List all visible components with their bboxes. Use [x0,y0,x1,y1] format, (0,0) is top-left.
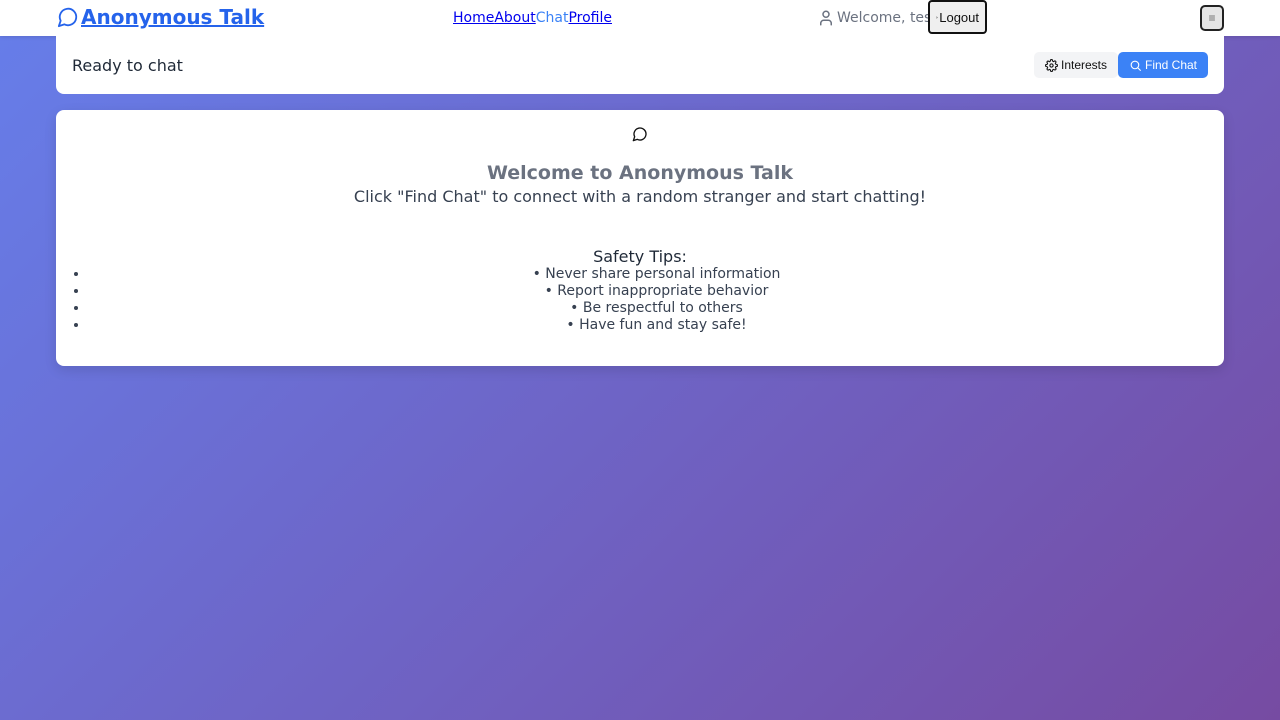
chat-status-bar: Ready to chat Interests Find Chat [56,36,1224,94]
nav-link-home[interactable]: Home [453,10,494,26]
find-chat-button[interactable]: Find Chat [1118,52,1208,78]
list-item: • Have fun and stay safe! [89,317,1224,334]
list-item: • Never share personal information [89,266,1224,283]
brand-link[interactable]: Anonymous Talk [57,5,264,29]
nav-link-profile[interactable]: Profile [568,10,612,26]
brand-name[interactable]: Anonymous Talk [81,5,264,29]
chat-bubble-icon [57,7,78,28]
welcome-subtitle: Click "Find Chat" to connect with a rand… [353,187,927,206]
find-chat-label: Find Chat [1144,58,1198,72]
logout-icon [936,16,939,18]
chat-bubble-icon [632,127,647,142]
nav-links: Home About Chat Profile [453,10,612,26]
status-text: Ready to chat [72,56,183,75]
menu-toggle-button[interactable] [1200,5,1224,31]
welcome-title: Welcome to Anonymous Talk [486,162,794,184]
logout-label: Logout [939,9,979,25]
logout-button[interactable]: Logout [928,0,987,34]
interests-label: Interests [1060,58,1108,72]
gear-icon [1044,58,1058,72]
welcome-text: Welcome, test [837,10,937,26]
nav-link-chat[interactable]: Chat [536,10,569,26]
safety-tips-title: Safety Tips: [593,247,687,266]
list-item: • Report inappropriate behavior [89,283,1224,300]
safety-tips-list: • Never share personal information • Rep… [56,266,1224,334]
search-icon [1130,60,1141,71]
list-item: • Be respectful to others [89,300,1224,317]
hamburger-menu-icon [1209,15,1215,21]
interests-button[interactable]: Interests [1034,52,1118,78]
nav-link-about[interactable]: About [494,10,535,26]
user-welcome: Welcome, test [817,9,937,27]
welcome-panel: Welcome to Anonymous Talk Click "Find Ch… [56,110,1224,366]
top-navbar: Anonymous Talk Home About Chat Profile W… [0,0,1280,36]
user-icon [820,10,832,26]
